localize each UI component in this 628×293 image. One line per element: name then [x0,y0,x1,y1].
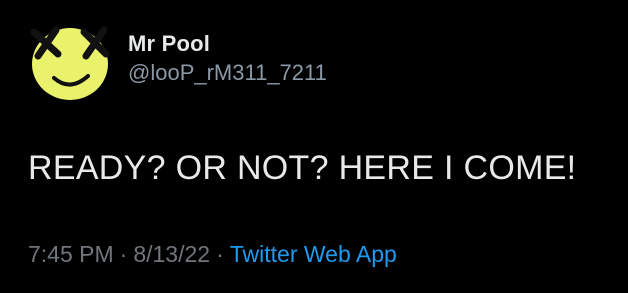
tweet-time[interactable]: 7:45 PM [28,241,114,267]
meta-separator: · [119,241,128,267]
avatar[interactable] [26,22,114,102]
tweet-date[interactable]: 8/13/22 [133,241,210,267]
tweet-source-link[interactable]: Twitter Web App [230,241,397,267]
user-handle[interactable]: @looP_rM311_7211 [128,58,327,88]
display-name[interactable]: Mr Pool [128,30,327,58]
tweet-meta: 7:45 PM · 8/13/22 · Twitter Web App [28,238,397,270]
tweet-text: READY? OR NOT? HERE I COME! [28,149,577,187]
author-info: Mr Pool @looP_rM311_7211 [128,30,327,88]
yellow-smiley-x-eyes-icon [30,26,110,100]
tweet-card: Mr Pool @looP_rM311_7211 READY? OR NOT? … [0,0,628,293]
meta-separator: · [216,241,224,267]
